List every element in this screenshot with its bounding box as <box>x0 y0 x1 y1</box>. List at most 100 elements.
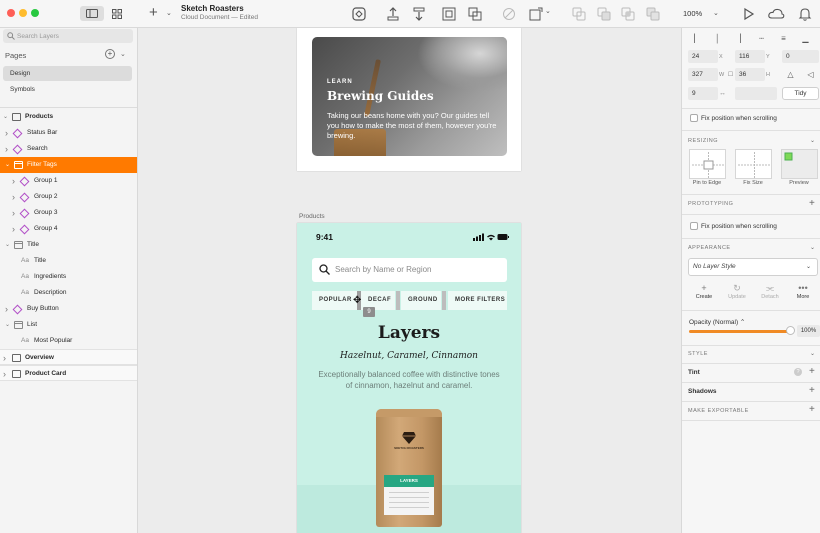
layer-row-status-bar[interactable]: › Status Bar <box>0 125 137 141</box>
disclosure-expanded-icon[interactable]: ⌄ <box>5 317 11 333</box>
opacity-slider-track[interactable] <box>689 330 791 333</box>
filter-tag-popular[interactable]: POPULAR <box>312 291 357 310</box>
add-export-button[interactable]: + <box>809 405 815 415</box>
layer-row-group-3[interactable]: › Group 3 <box>0 205 137 221</box>
mask-button[interactable] <box>501 6 517 22</box>
update-style-button[interactable]: ↻ Update <box>720 282 754 300</box>
notifications-button[interactable] <box>797 6 813 22</box>
product-ingredients[interactable]: Hazelnut, Caramel, Cinnamon <box>297 351 521 361</box>
add-tint-button[interactable]: + <box>809 367 815 377</box>
layer-style-select[interactable]: No Layer Style ⌄ <box>688 258 818 276</box>
opacity-value-field[interactable]: 100% <box>797 325 820 337</box>
spacing-field[interactable]: 9 <box>688 87 718 100</box>
add-prototyping-button[interactable]: + <box>809 199 815 209</box>
backward-button[interactable] <box>411 6 427 22</box>
layer-row-ingredients[interactable]: Aa Ingredients <box>0 269 137 285</box>
layer-row-filter-tags[interactable]: ⌄ Filter Tags <box>0 157 137 173</box>
group-button[interactable] <box>441 6 457 22</box>
filter-tag-more-filters[interactable]: MORE FILTERS <box>448 291 507 310</box>
disclosure-collapsed-icon[interactable]: › <box>5 141 11 157</box>
layer-row-group-1[interactable]: › Group 1 <box>0 173 137 189</box>
zoom-window-button[interactable] <box>31 9 39 17</box>
layer-row-title[interactable]: Aa Title <box>0 253 137 269</box>
zoom-level[interactable]: 100% <box>683 9 702 18</box>
scale-button[interactable] <box>528 6 544 22</box>
subtract-button[interactable] <box>596 6 612 22</box>
fix-position-checkbox[interactable] <box>690 114 698 122</box>
search-layers-input[interactable] <box>17 29 127 43</box>
cloud-button[interactable] <box>767 6 785 22</box>
align-left-icon[interactable]: ⎢ <box>689 32 702 45</box>
align-center-icon[interactable]: │ <box>711 32 724 45</box>
width-field[interactable]: 327 <box>688 68 718 81</box>
add-page-button[interactable]: + <box>105 49 115 59</box>
flip-vertical-icon[interactable]: ◁ <box>804 68 817 81</box>
fix-position-checkbox-2[interactable] <box>690 222 698 230</box>
align-middle-icon[interactable]: ≡ <box>777 32 790 45</box>
forward-button[interactable] <box>385 6 401 22</box>
height-field[interactable]: 36 <box>735 68 765 81</box>
flip-horizontal-icon[interactable]: △ <box>784 68 797 81</box>
chevron-down-icon[interactable]: ⌄ <box>120 50 126 58</box>
layer-row-search[interactable]: › Search <box>0 141 137 157</box>
create-symbol-button[interactable] <box>351 6 367 22</box>
resize-fix-size[interactable] <box>735 149 772 179</box>
y-position-field[interactable]: 116 <box>735 50 765 63</box>
product-title[interactable]: Layers <box>297 323 521 343</box>
artboard-overview[interactable]: LEARN Brewing Guides Taking our beans ho… <box>297 28 521 171</box>
disclosure-collapsed-icon[interactable]: › <box>12 189 18 205</box>
filter-tag-ground[interactable]: GROUND <box>401 291 441 310</box>
disclosure-collapsed-icon[interactable]: › <box>12 173 18 189</box>
align-top-icon[interactable]: ┄ <box>755 32 768 45</box>
product-description[interactable]: Exceptionally balanced coffee with disti… <box>315 369 503 391</box>
difference-button[interactable] <box>645 6 661 22</box>
disclosure-collapsed-icon[interactable]: › <box>3 350 9 366</box>
detach-style-button[interactable]: ⫘ Detach <box>753 282 787 300</box>
components-view-toggle[interactable] <box>106 6 128 21</box>
disclosure-expanded-icon[interactable]: ⌄ <box>5 237 11 253</box>
align-right-icon[interactable]: ⎥ <box>733 32 746 45</box>
product-search-field[interactable]: Search by Name or Region <box>312 258 507 282</box>
layer-row-overview[interactable]: › Overview <box>0 349 137 366</box>
add-shadow-button[interactable]: + <box>809 386 815 396</box>
layer-row-list[interactable]: ⌄ List <box>0 317 137 333</box>
layer-row-most-popular[interactable]: Aa Most Popular <box>0 333 137 349</box>
union-button[interactable] <box>571 6 587 22</box>
close-window-button[interactable] <box>7 9 15 17</box>
rotation-field[interactable]: 0 <box>782 50 819 63</box>
disclosure-collapsed-icon[interactable]: › <box>5 125 11 141</box>
layer-row-buy-button[interactable]: › Buy Button <box>0 301 137 317</box>
more-style-button[interactable]: ••• More <box>786 282 820 300</box>
chevron-down-icon[interactable]: ⌄ <box>713 9 719 17</box>
disclosure-expanded-icon[interactable]: ⌄ <box>3 109 9 125</box>
insert-button[interactable]: + ⌄ <box>149 5 175 22</box>
layer-row-products[interactable]: ⌄ Products <box>0 109 137 125</box>
layer-row-title[interactable]: ⌄ Title <box>0 237 137 253</box>
create-style-button[interactable]: + Create <box>687 282 721 300</box>
intersect-button[interactable] <box>620 6 636 22</box>
artboard-label[interactable]: Products <box>299 213 325 220</box>
vertical-spacing-field[interactable] <box>735 87 777 100</box>
layer-row-description[interactable]: Aa Description <box>0 285 137 301</box>
help-icon[interactable]: ? <box>794 368 802 376</box>
resize-pin-to-edge[interactable] <box>689 149 726 179</box>
chevron-down-icon[interactable]: ⌄ <box>810 244 815 251</box>
disclosure-collapsed-icon[interactable]: › <box>3 366 9 382</box>
coffee-bag-image[interactable]: SKETCH ROASTERS LAYERS <box>376 409 442 527</box>
x-position-field[interactable]: 24 <box>688 50 718 63</box>
chevron-down-icon[interactable]: ⌄ <box>810 350 815 357</box>
layers-view-toggle[interactable] <box>80 6 104 21</box>
canvas[interactable]: LEARN Brewing Guides Taking our beans ho… <box>138 28 681 533</box>
ungroup-button[interactable] <box>467 6 483 22</box>
disclosure-collapsed-icon[interactable]: › <box>12 221 18 237</box>
page-item-design[interactable]: Design <box>3 66 132 81</box>
brewing-guides-card[interactable]: LEARN Brewing Guides Taking our beans ho… <box>312 37 507 156</box>
disclosure-collapsed-icon[interactable]: › <box>12 205 18 221</box>
layer-row-group-4[interactable]: › Group 4 <box>0 221 137 237</box>
minimize-window-button[interactable] <box>19 9 27 17</box>
align-bottom-icon[interactable]: ▁ <box>799 32 812 45</box>
chevron-down-icon[interactable]: ⌄ <box>810 137 815 144</box>
artboard-products[interactable]: 9:41 Search by Name or Region POPULAR DE… <box>297 223 521 533</box>
page-item-symbols[interactable]: Symbols <box>3 82 132 97</box>
opacity-label[interactable]: Opacity (Normal) ⌃ <box>689 318 745 326</box>
